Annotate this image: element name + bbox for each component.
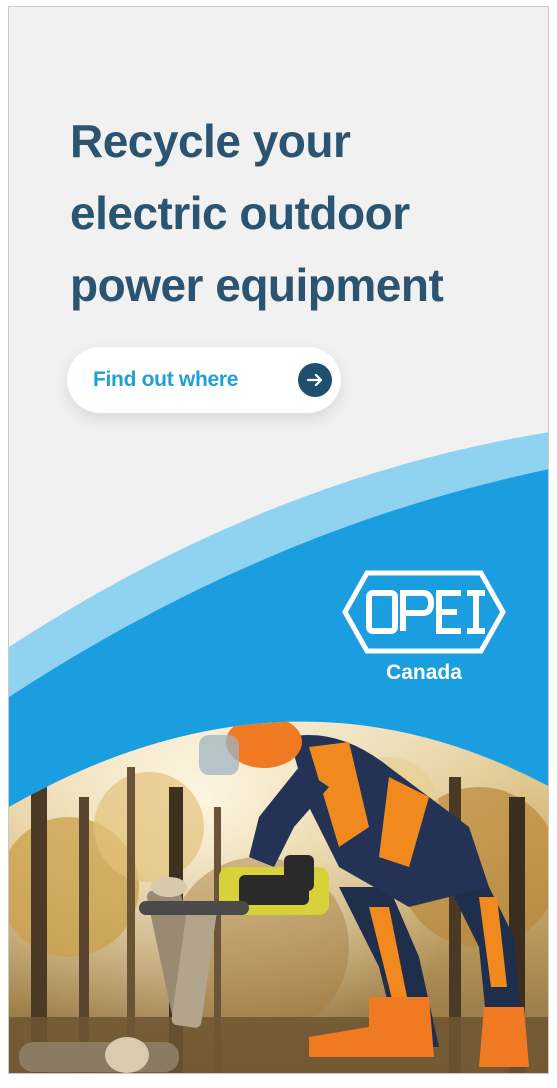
arrow-right-icon (298, 363, 332, 397)
cta-label: Find out where (93, 368, 239, 391)
logo-subtitle: Canada (386, 661, 462, 684)
opei-canada-logo: Canada (334, 567, 514, 685)
ad-banner[interactable]: Recycle your electric outdoor power equi… (8, 6, 549, 1074)
headline: Recycle your electric outdoor power equi… (70, 115, 444, 311)
find-out-where-button[interactable]: Find out where (67, 347, 341, 413)
opei-logo-mark-icon (342, 570, 506, 654)
